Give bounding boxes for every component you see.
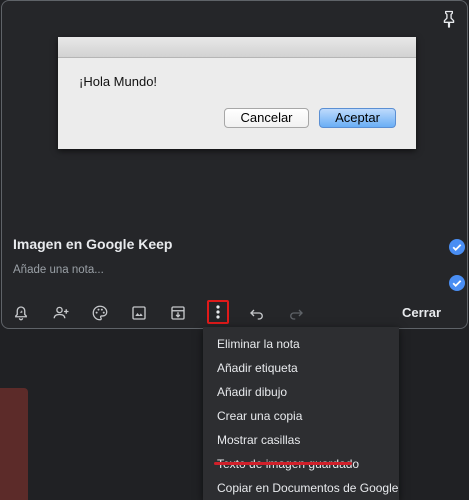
image-icon[interactable] [130,304,148,322]
check-icon[interactable] [449,275,465,291]
menu-item-add-label[interactable]: Añadir etiqueta [217,361,298,375]
archive-icon[interactable] [169,304,187,322]
highlight-underline [214,462,352,465]
ok-button: Aceptar [319,108,396,128]
collaborator-icon[interactable] [52,304,70,322]
redo-icon [290,309,303,320]
alert-titlebar [58,37,416,58]
check-icon[interactable] [449,239,465,255]
menu-item-delete[interactable]: Eliminar la nota [217,337,300,351]
alert-message: ¡Hola Mundo! [79,74,158,89]
note-image[interactable]: ¡Hola Mundo! Cancelar Aceptar [58,37,416,149]
cancel-button: Cancelar [224,108,309,128]
note-body-input[interactable]: Añade una nota... [13,264,104,276]
more-options-button[interactable] [207,300,229,324]
menu-item-show-checkboxes[interactable]: Mostrar casillas [217,433,300,447]
note-title[interactable]: Imagen en Google Keep [13,236,172,252]
more-icon [216,305,220,319]
more-options-menu: Eliminar la nota Añadir etiqueta Añadir … [203,327,399,500]
palette-icon[interactable] [91,304,109,322]
menu-item-make-copy[interactable]: Crear una copia [217,409,302,423]
menu-item-copy-to-docs[interactable]: Copiar en Documentos de Google [217,481,398,495]
menu-item-add-drawing[interactable]: Añadir dibujo [217,385,287,399]
pin-icon[interactable] [439,9,459,29]
background-note-card [0,388,28,500]
reminder-icon[interactable] [12,304,30,322]
close-button[interactable]: Cerrar [402,305,441,320]
note-editor: ¡Hola Mundo! Cancelar Aceptar Imagen en … [1,0,468,329]
undo-icon[interactable] [248,304,266,322]
